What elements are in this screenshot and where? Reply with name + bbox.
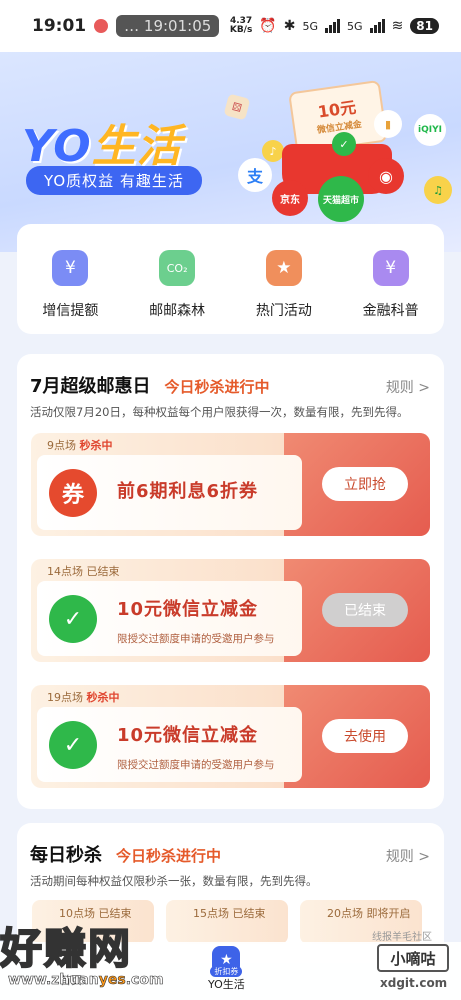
section-title: 7月超级邮惠日 [30,376,151,397]
hour-state: 秒杀中 [79,439,113,452]
rules-link[interactable]: 规则 > [386,377,430,397]
super-day-section: 7月超级邮惠日 今日秒杀进行中 规则 > 活动仅限7月20日，每种权益每个用户限… [17,354,444,809]
menu-finance-edu[interactable]: ¥ 金融科普 [346,250,436,334]
speed-unit: KB/s [229,25,253,35]
music-icon: ♪ [262,140,284,162]
rules-link[interactable]: 规则 > [386,846,430,866]
flash-slot[interactable]: 15点场 已结束 [166,900,288,944]
net-speed: 4.37 KB/s [230,17,252,35]
watermark-left: 好赚网 [0,923,133,974]
net1-label: 5G [302,19,319,33]
hour-label: 19点场 [47,691,83,704]
menu-label: 热门活动 [255,303,312,319]
watermark-left-url: www.zhuanyes.com [8,972,164,989]
tab-yo-label: YO生活 [208,978,245,991]
hour-state: 秒杀中 [86,691,120,704]
grab-now-button[interactable]: 立即抢 [322,467,408,501]
offer-name: 10元微信立减金 [117,725,259,746]
menu-label: 金融科普 [362,303,419,319]
wifi-icon: ≋ [391,18,404,34]
hour-label: 14点场 [47,565,83,578]
section-tag: 今日秒杀进行中 [116,847,222,865]
notification-icon [94,19,109,33]
section-desc: 活动仅限7月20日，每种权益每个用户限获得一次，数量有限，先到先得。 [30,405,409,419]
status-pill: … 19:01:05 [116,15,220,37]
cloud-co2-icon: CO₂ [159,250,196,286]
section-desc: 活动期间每种权益仅限秒杀一张，数量有限，先到先得。 [30,874,318,888]
offer-hour: 9点场 秒杀中 [47,437,113,453]
check-badge-icon: ✓ [332,132,356,156]
tmall-icon: 天猫超市 [318,176,364,222]
wallet-icon: ¥ [52,250,89,286]
logo-accent: 生活 [91,121,182,172]
alipay-icon: 支 [238,158,272,192]
menu-label: 邮邮森林 [149,303,206,319]
status-bar: 19:01 … 19:01:05 4.37 KB/s ⏰ ✱ 5G 5G ≋ 81 [0,0,461,52]
discount-badge: 折扣券 [210,966,243,977]
status-time: 19:01 [32,16,87,36]
offer-card[interactable]: 14点场 已结束 ✓ 10元微信立减金 限授交过额度申请的受邀用户参与 已结束 [31,559,430,662]
hour-state: 已结束 [86,565,120,578]
wm-url-a: www.zhuan [8,972,99,989]
jd-icon: 京东 [272,180,308,216]
wechat-check-icon: ✓ [49,721,97,769]
menu-forest[interactable]: CO₂ 邮邮森林 [132,250,222,334]
offer-name: 10元微信立减金 [117,599,259,620]
menu-hot-events[interactable]: ★ 热门活动 [239,250,329,334]
bluetooth-icon: ✱ [283,18,296,34]
alarm-icon: ⏰ [259,18,277,34]
wechat-check-icon: ✓ [49,595,97,643]
ended-button[interactable]: 已结束 [322,593,408,627]
quick-menu: ¥ 增信提额 CO₂ 邮邮森林 ★ 热门活动 ¥ 金融科普 [17,224,444,334]
book-icon: ▮ [374,110,402,138]
menu-label: 增信提额 [42,303,99,319]
offer-sub: 限授交过额度申请的受邀用户参与 [117,633,275,645]
section-title: 每日秒杀 [30,845,102,866]
signal-icon [325,19,341,33]
use-button[interactable]: 去使用 [322,719,408,753]
logo-main: YO [22,121,92,172]
status-right: 4.37 KB/s ⏰ ✱ 5G 5G ≋ 81 [230,17,439,35]
hour-label: 9点场 [47,439,76,452]
coupon-icon: 券 [49,469,97,517]
yo-logo: YO生活 [22,110,182,174]
section-header: 7月超级邮惠日 今日秒杀进行中 规则 > [17,354,444,398]
battery-icon: 81 [410,18,439,34]
offer-hour: 14点场 已结束 [47,563,120,579]
slogan: YO质权益 有趣生活 [26,166,202,195]
net2-label: 5G [347,19,363,33]
hero-banner[interactable]: YO生活 YO质权益 有趣生活 ⚄ 支 ♪ 10元 微信立减金 ✓ ◉ iQIYI… [0,52,461,252]
finance-search-icon: ¥ [372,250,409,286]
offer-name: 前6期利息6折券 [117,481,259,502]
watermark-right-url: xdgit.com [380,976,448,990]
bookmark-icon: ★ [265,250,302,286]
dice-icon: ⚄ [223,93,251,121]
netease-music-icon: ◉ [368,158,404,194]
watermark-right-top: 线报羊毛社区 [372,932,432,943]
offer-sub: 限授交过额度申请的受邀用户参与 [117,759,275,771]
signal-icon-2 [369,19,385,33]
pill-time: 19:01:05 [143,17,212,35]
offer-card[interactable]: 19点场 秒杀中 ✓ 10元微信立减金 限授交过额度申请的受邀用户参与 去使用 [31,685,430,788]
watermark-right-box: 小嘀咕 [377,944,449,972]
qqmusic-icon: ♫ [424,176,452,204]
wm-url-b: yes [98,972,126,989]
slot-label: 20点场 即将开启 [327,907,411,920]
menu-credit-boost[interactable]: ¥ 增信提额 [25,250,115,334]
section-tag: 今日秒杀进行中 [164,378,270,396]
offer-card[interactable]: 9点场 秒杀中 券 前6期利息6折券 立即抢 [31,433,430,536]
wm-url-c: .com [125,972,164,989]
tab-yo-life[interactable]: ★ 折扣券 YO生活 [208,946,245,992]
section-header: 每日秒杀 今日秒杀进行中 规则 > [17,823,444,867]
offer-hour: 19点场 秒杀中 [47,689,120,705]
iqiyi-icon: iQIYI [414,114,446,146]
slot-label: 15点场 已结束 [193,907,266,920]
